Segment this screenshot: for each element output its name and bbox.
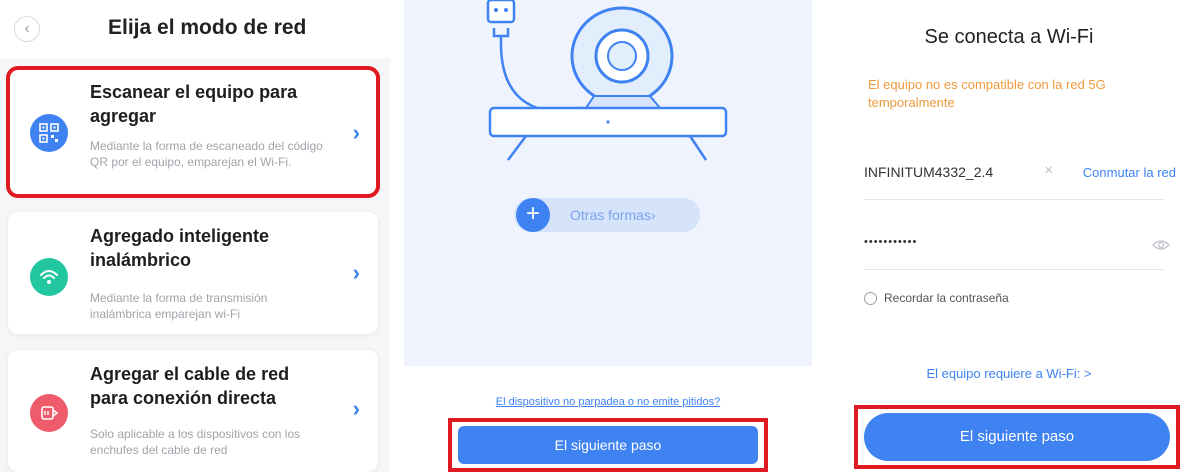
card-title: Agregado inteligente inalámbrico	[90, 226, 270, 270]
camera-plug-illustration	[486, 0, 728, 161]
wifi-connect-panel: Se conecta a Wi-Fi El equipo no es compa…	[824, 0, 1194, 472]
network-mode-panel: ‹ Elija el modo de red Escanear el equip…	[0, 0, 390, 472]
5g-warning-text: El equipo no es compatible con la red 5G…	[868, 77, 1106, 110]
chevron-left-icon: ‹	[24, 20, 30, 37]
eye-icon[interactable]	[1152, 238, 1170, 256]
radio-button[interactable]	[864, 292, 877, 305]
clear-icon[interactable]: ×	[1044, 162, 1053, 180]
highlight-frame: El siguiente paso	[448, 418, 768, 472]
other-ways-label: Otras formas›	[570, 207, 656, 223]
switch-network-link[interactable]: Conmutar la red	[1083, 165, 1176, 180]
device-setup-panel: + Otras formas› El dispositivo no parpad…	[404, 0, 812, 472]
wifi-requirement-link[interactable]: El equipo requiere a Wi-Fi: >	[824, 366, 1194, 381]
illustration-area: + Otras formas›	[404, 0, 812, 366]
chevron-right-icon: ›	[352, 120, 360, 145]
page-title: Se conecta a Wi-Fi	[924, 26, 1094, 48]
back-button[interactable]: ‹	[14, 16, 40, 42]
mode-card-scan-qr[interactable]: Escanear el equipo para agregar Mediante…	[6, 66, 380, 198]
wifi-icon	[30, 258, 68, 296]
ethernet-plug-icon	[30, 394, 68, 432]
highlight-frame: El siguiente paso	[854, 405, 1180, 469]
card-title: Agregar el cable de red para conexión di…	[90, 364, 290, 408]
card-description: Solo aplicable a los dispositivos con lo…	[90, 427, 301, 457]
other-ways-button[interactable]: + Otras formas›	[514, 198, 700, 232]
qr-code-icon	[30, 114, 68, 152]
next-step-button[interactable]: El siguiente paso	[458, 426, 758, 464]
mode-card-smart-wireless[interactable]: Agregado inteligente inalámbrico Mediant…	[8, 212, 378, 334]
card-title: Escanear el equipo para agregar	[90, 82, 298, 126]
page-title: Elija el modo de red	[108, 16, 307, 39]
password-field[interactable]: •••••••••••	[864, 226, 1170, 270]
ssid-field[interactable]: INFINITUM4332_2.4 × Conmutar la red	[864, 156, 1176, 200]
ssid-value: INFINITUM4332_2.4	[864, 164, 994, 180]
header: ‹ Elija el modo de red	[0, 0, 390, 58]
remember-password-label: Recordar la contraseña	[884, 291, 1009, 305]
next-step-button[interactable]: El siguiente paso	[864, 413, 1170, 461]
card-description: Mediante la forma de escaneado del códig…	[90, 139, 323, 169]
mode-card-network-cable[interactable]: Agregar el cable de red para conexión di…	[8, 350, 378, 472]
card-description: Mediante la forma de transmisión inalámb…	[90, 291, 268, 321]
chevron-right-icon: ›	[352, 396, 360, 421]
chevron-right-icon: ›	[352, 260, 360, 285]
password-value: •••••••••••	[864, 236, 918, 248]
plus-icon: +	[516, 198, 550, 232]
device-not-blinking-link[interactable]: El dispositivo no parpadea o no emite pi…	[404, 396, 812, 408]
